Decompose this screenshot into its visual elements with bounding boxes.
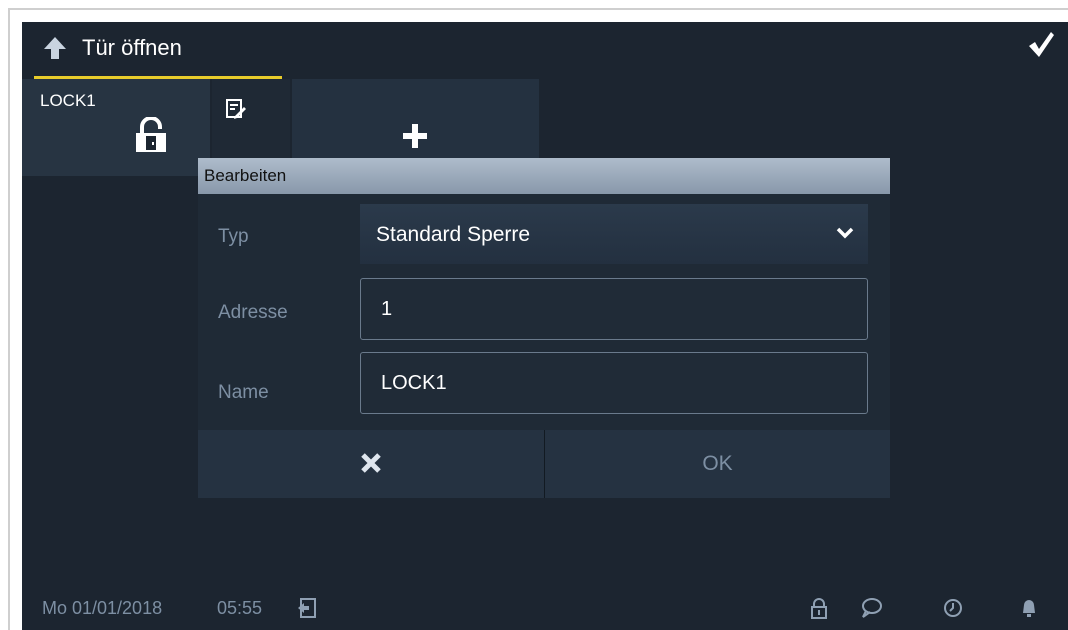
lock-tile[interactable]: LOCK1: [22, 79, 210, 176]
close-icon: [360, 452, 382, 474]
name-field[interactable]: LOCK1: [360, 352, 868, 414]
logout-icon[interactable]: [296, 597, 318, 619]
door-lock-icon: [134, 116, 168, 153]
frame-left-edge: [8, 8, 10, 630]
lock-icon[interactable]: [808, 597, 830, 619]
bell-icon[interactable]: [1018, 597, 1040, 619]
edit-icon: [226, 99, 246, 119]
type-label: Typ: [218, 226, 249, 247]
plus-icon: [402, 123, 428, 149]
address-field[interactable]: 1: [360, 278, 868, 340]
chevron-down-icon: [836, 226, 854, 240]
edit-dialog: Bearbeiten Typ Standard Sperre Adresse 1…: [198, 158, 890, 498]
page-title: Tür öffnen: [82, 35, 182, 60]
footer-divider: [544, 430, 545, 498]
status-time: 05:55: [217, 598, 263, 618]
ok-button[interactable]: OK: [545, 430, 890, 498]
lock-tile-label: LOCK1: [40, 91, 96, 110]
status-bar: Mo 01/01/2018 05:55: [22, 588, 1068, 630]
message-icon[interactable]: [860, 597, 882, 619]
title-bar: Tür öffnen: [22, 22, 1068, 74]
dialog-title: Bearbeiten: [204, 166, 287, 185]
name-label: Name: [218, 382, 269, 403]
back-arrow-icon[interactable]: [42, 35, 68, 61]
type-select-value: Standard Sperre: [376, 223, 531, 246]
status-date: Mo 01/01/2018: [42, 598, 163, 618]
history-icon[interactable]: [942, 597, 964, 619]
cancel-button[interactable]: [198, 430, 544, 498]
address-label: Adresse: [218, 302, 288, 323]
type-select[interactable]: Standard Sperre: [360, 204, 868, 264]
dialog-header: Bearbeiten: [198, 158, 890, 194]
checkmark-icon[interactable]: [1026, 30, 1056, 60]
frame-top-edge: [8, 8, 1068, 10]
device-screen: Tür öffnen LOCK1 Bearbeiten Typ Standard…: [22, 22, 1068, 630]
